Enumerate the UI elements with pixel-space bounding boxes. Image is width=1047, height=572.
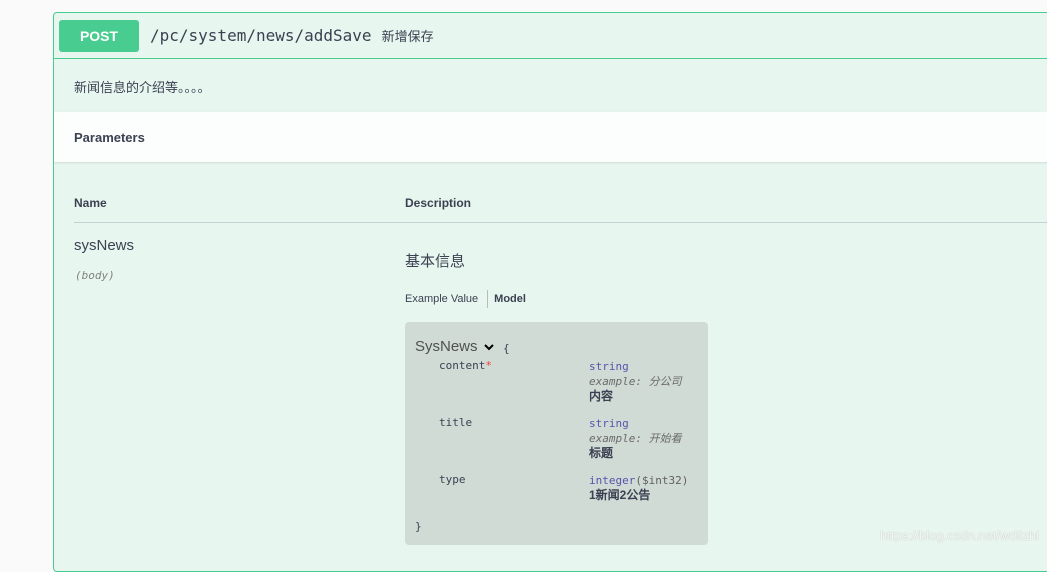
required-marker: * <box>485 359 492 372</box>
property-type: string <box>589 360 629 373</box>
property-name: type <box>439 473 466 486</box>
tab-model[interactable]: Model <box>494 293 526 305</box>
property-info: integer($int32) 1新闻2公告 <box>589 473 688 503</box>
operation-summary[interactable]: POST /pc/system/news/addSave 新增保存 <box>54 13 1047 59</box>
model-tabs: Example Value Model <box>405 290 526 308</box>
parameter-name: sysNews <box>74 237 135 254</box>
property-description: 内容 <box>589 389 614 403</box>
watermark: https://blog.csdn.net/wdlizhi <box>880 528 1039 543</box>
tab-example-value[interactable]: Example Value <box>405 293 478 305</box>
column-header-name: Name <box>74 196 107 210</box>
header-divider <box>74 222 1047 223</box>
property-info: string example: 分公司 内容 <box>589 359 682 404</box>
operation-block: POST /pc/system/news/addSave 新增保存 新闻信息的介… <box>53 12 1047 572</box>
model-schema-box: SysNews { content* string example: 分公司 内… <box>405 322 708 545</box>
property-format: ($int32) <box>635 474 689 487</box>
chevron-down-icon[interactable] <box>483 341 495 353</box>
model-name: SysNews <box>415 338 478 355</box>
tab-divider <box>487 290 489 308</box>
parameter-location: (body) <box>75 269 115 282</box>
model-toggle[interactable]: SysNews <box>415 338 495 355</box>
operation-description: 新闻信息的介绍等。。。。 <box>74 80 211 95</box>
property-name: title <box>439 416 473 429</box>
http-method-badge[interactable]: POST <box>59 19 139 52</box>
parameters-title: Parameters <box>74 129 145 145</box>
property-description: 1新闻2公告 <box>589 488 651 502</box>
operation-summary-text: 新增保存 <box>381 29 434 44</box>
property-type: integer <box>589 474 636 487</box>
parameters-header: Parameters <box>54 112 1047 162</box>
parameter-description: 基本信息 <box>405 253 466 270</box>
model-close-brace: } <box>415 520 422 533</box>
parameters-table: Name Description sysNews (body) 基本信息 Exa… <box>54 162 1047 562</box>
property-example: example: 分公司 <box>589 375 682 388</box>
property-name: content* <box>439 359 492 372</box>
property-description: 标题 <box>589 446 614 460</box>
endpoint-path[interactable]: /pc/system/news/addSave <box>150 26 372 45</box>
model-open-brace: { <box>503 342 510 355</box>
property-type: string <box>589 417 629 430</box>
property-info: string example: 开始看 标题 <box>589 416 682 461</box>
column-header-description: Description <box>405 196 472 210</box>
property-example: example: 开始看 <box>589 432 682 445</box>
